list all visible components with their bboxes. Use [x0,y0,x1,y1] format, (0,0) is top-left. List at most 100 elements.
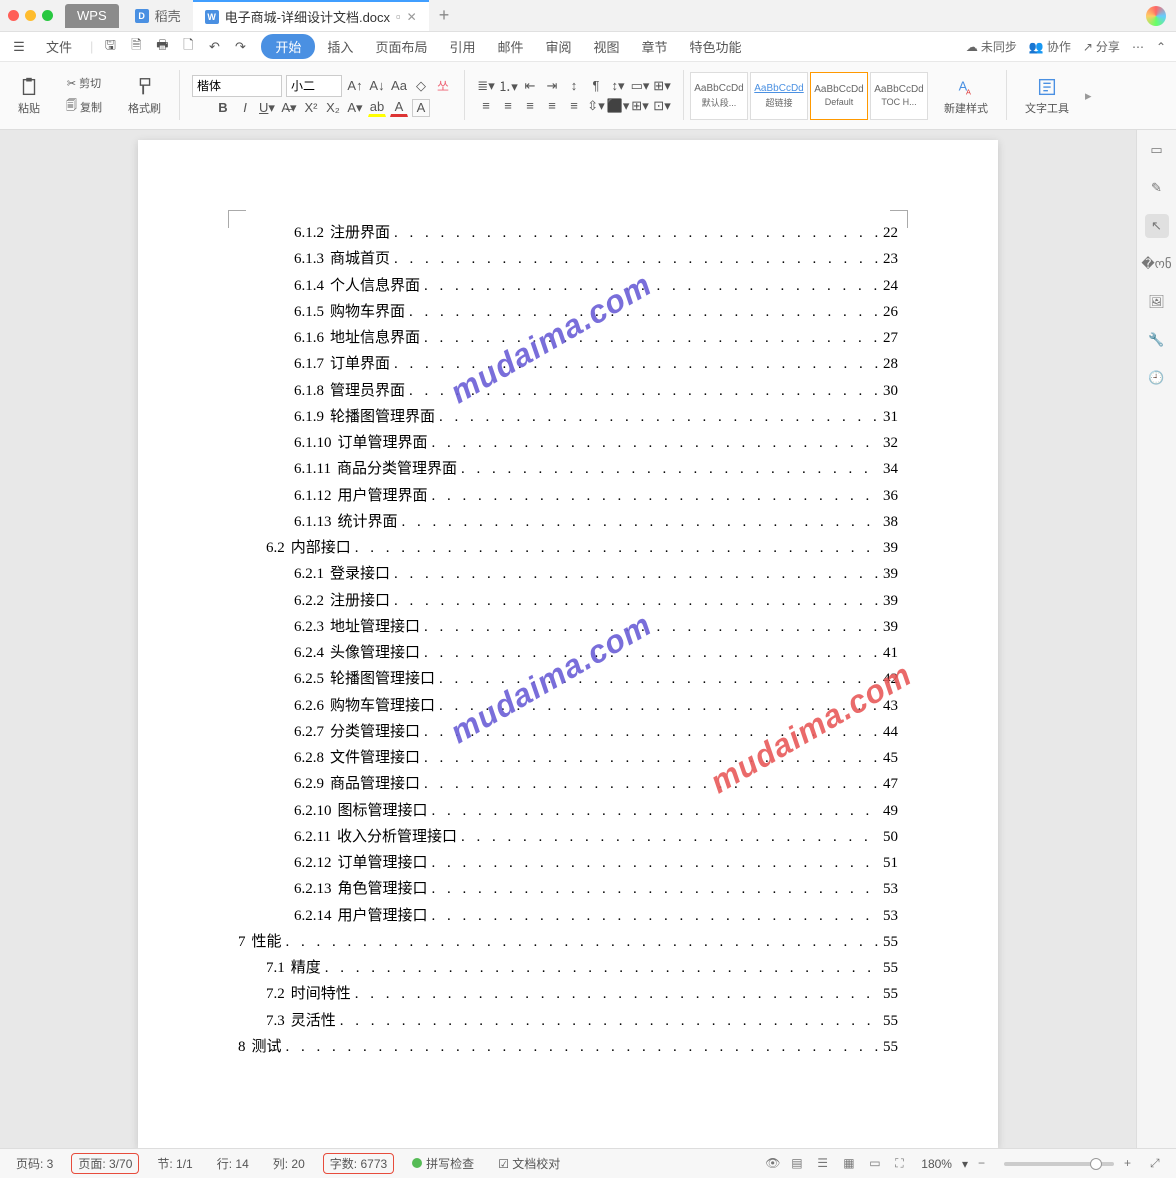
toc-entry[interactable]: 6.2.3地址管理接口. . . . . . . . . . . . . . .… [238,614,898,640]
sp-select-icon[interactable]: ↖ [1145,214,1169,238]
sp-history-icon[interactable]: 🕘 [1145,366,1169,390]
toc-entry[interactable]: 6.2.10图标管理接口. . . . . . . . . . . . . . … [238,798,898,824]
toc-entry[interactable]: 7.3灵活性. . . . . . . . . . . . . . . . . … [238,1008,898,1034]
more-menu-icon[interactable]: ⋯ [1132,40,1144,54]
font-size-select[interactable] [286,75,342,97]
menu-references[interactable]: 引用 [439,33,485,60]
print-preview-icon[interactable]: 🗋 [179,38,197,56]
print-icon[interactable]: 🖶 [153,38,171,56]
toc-entry[interactable]: 6.2.9商品管理接口. . . . . . . . . . . . . . .… [238,771,898,797]
zoom-in-icon[interactable]: + [1124,1156,1140,1172]
change-case-icon[interactable]: Aa [390,77,408,95]
line-spacing-dd-icon[interactable]: ↕▾ [609,77,627,95]
para-settings-icon[interactable]: ⊡▾ [653,97,671,115]
view-read-icon[interactable]: ▭ [869,1156,885,1172]
decrease-font-icon[interactable]: A↓ [368,77,386,95]
toc-entry[interactable]: 6.1.10订单管理界面. . . . . . . . . . . . . . … [238,430,898,456]
toc-entry[interactable]: 6.1.6地址信息界面. . . . . . . . . . . . . . .… [238,325,898,351]
toc-entry[interactable]: 6.2.2注册接口. . . . . . . . . . . . . . . .… [238,588,898,614]
minimize-window-icon[interactable] [25,10,36,21]
bullets-icon[interactable]: ≣▾ [477,77,495,95]
toc-entry[interactable]: 6.2.4头像管理接口. . . . . . . . . . . . . . .… [238,640,898,666]
toc-entry[interactable]: 6.1.2注册界面. . . . . . . . . . . . . . . .… [238,220,898,246]
toc-entry[interactable]: 6.1.3商城首页. . . . . . . . . . . . . . . .… [238,246,898,272]
tab-active-document[interactable]: W电子商城-详细设计文档.docx▫✕ [193,0,429,31]
status-page-code[interactable]: 页码: 3 [10,1153,59,1174]
zoom-slider[interactable] [1004,1162,1114,1166]
new-tab-button[interactable]: + [429,5,460,26]
sp-toggle-icon[interactable]: ▭ [1145,138,1169,162]
view-web-icon[interactable]: ▦ [843,1156,859,1172]
menu-view[interactable]: 视图 [584,33,630,60]
status-proofread[interactable]: ☑ 文档校对 [492,1153,566,1174]
view-page-icon[interactable]: ▤ [791,1156,807,1172]
status-row[interactable]: 行: 14 [211,1153,255,1174]
fill-color-icon[interactable]: ⬛▾ [609,97,627,115]
text-effects-icon[interactable]: A▾ [346,99,364,117]
toc-entry[interactable]: 7性能. . . . . . . . . . . . . . . . . . .… [238,929,898,955]
status-word-count[interactable]: 字数: 6773 [323,1153,394,1174]
collab-button[interactable]: 👥 协作 [1029,38,1071,55]
zoom-out-icon[interactable]: − [978,1156,994,1172]
style-default-paragraph[interactable]: AaBbCcDd默认段... [690,72,748,120]
font-color-icon[interactable]: A [390,99,408,117]
sp-image-icon[interactable]: 🖼 [1145,290,1169,314]
toc-entry[interactable]: 6.2.8文件管理接口. . . . . . . . . . . . . . .… [238,745,898,771]
toc-entry[interactable]: 8测试. . . . . . . . . . . . . . . . . . .… [238,1034,898,1060]
toc-entry[interactable]: 6.1.5购物车界面. . . . . . . . . . . . . . . … [238,299,898,325]
sync-status[interactable]: ☁ 未同步 [966,38,1017,55]
tab-wps-home[interactable]: WPS [65,4,119,28]
character-border-icon[interactable]: A [412,99,430,117]
status-section[interactable]: 节: 1/1 [151,1153,198,1174]
menu-page-layout[interactable]: 页面布局 [365,33,437,60]
hamburger-icon[interactable]: ☰ [10,38,28,56]
status-page[interactable]: 页面: 3/70 [71,1153,139,1174]
toc-entry[interactable]: 6.2.13角色管理接口. . . . . . . . . . . . . . … [238,876,898,902]
tab-overflow-icon[interactable]: ▫ [396,9,401,24]
toc-entry[interactable]: 6.1.7订单界面. . . . . . . . . . . . . . . .… [238,351,898,377]
style-hyperlink[interactable]: AaBbCcDd超链接 [750,72,808,120]
toc-entry[interactable]: 6.2.7分类管理接口. . . . . . . . . . . . . . .… [238,719,898,745]
menu-review[interactable]: 审阅 [535,33,581,60]
superscript-icon[interactable]: X² [302,99,320,117]
bold-icon[interactable]: B [214,99,232,117]
italic-icon[interactable]: I [236,99,254,117]
save-icon[interactable]: 🖫 [101,38,119,56]
maximize-window-icon[interactable] [42,10,53,21]
collapse-ribbon-icon[interactable]: ⌃ [1156,40,1166,54]
borders-icon[interactable]: ⊞▾ [653,77,671,95]
underline-icon[interactable]: U▾ [258,99,276,117]
fit-window-icon[interactable]: ⤢ [1150,1156,1166,1172]
clear-format-icon[interactable]: ◇ [412,77,430,95]
menu-file[interactable]: 文件 [36,33,82,60]
style-toc-heading[interactable]: AaBbCcDdTOC H... [870,72,928,120]
numbering-icon[interactable]: ⒈▾ [499,77,517,95]
ribbon-expand-icon[interactable]: ▸ [1085,88,1092,104]
strikethrough-icon[interactable]: A̶▾ [280,99,298,117]
new-style-button[interactable]: AA新建样式 [938,72,994,120]
align-right-icon[interactable]: ≡ [521,97,539,115]
toc-entry[interactable]: 6.2.14用户管理接口. . . . . . . . . . . . . . … [238,903,898,929]
toc-entry[interactable]: 7.1精度. . . . . . . . . . . . . . . . . .… [238,955,898,981]
toc-entry[interactable]: 6.1.8管理员界面. . . . . . . . . . . . . . . … [238,378,898,404]
sp-tools-icon[interactable]: 🔧 [1145,328,1169,352]
align-center-icon[interactable]: ≡ [499,97,517,115]
font-name-select[interactable] [192,75,282,97]
line-spacing-icon[interactable]: ⇳▾ [587,97,605,115]
menu-insert[interactable]: 插入 [317,33,363,60]
cut-button[interactable]: ✂ 剪切 [63,73,105,93]
zoom-value[interactable]: 180% [921,1157,952,1171]
align-left-icon[interactable]: ≡ [477,97,495,115]
close-tab-icon[interactable]: ✕ [407,10,417,24]
undo-icon[interactable]: ↶ [205,38,223,56]
tabs-icon[interactable]: ⊞▾ [631,97,649,115]
show-marks-icon[interactable]: ¶ [587,77,605,95]
toc-entry[interactable]: 6.2.11收入分析管理接口. . . . . . . . . . . . . … [238,824,898,850]
subscript-icon[interactable]: X₂ [324,99,342,117]
style-default[interactable]: AaBbCcDdDefault [810,72,868,120]
decrease-indent-icon[interactable]: ⇤ [521,77,539,95]
justify-icon[interactable]: ≡ [543,97,561,115]
view-fullscreen-icon[interactable]: ⛶ [895,1156,911,1172]
wps-logo-icon[interactable] [1146,6,1166,26]
toc-entry[interactable]: 6.1.4个人信息界面. . . . . . . . . . . . . . .… [238,273,898,299]
